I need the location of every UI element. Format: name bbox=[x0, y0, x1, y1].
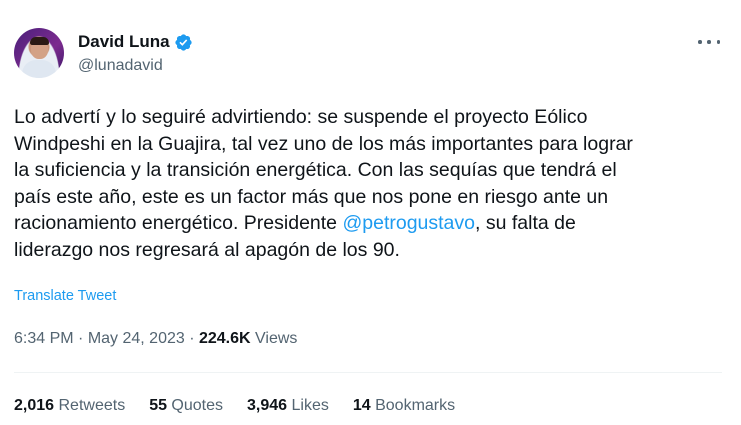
quotes-stat[interactable]: 55 Quotes bbox=[149, 397, 223, 415]
more-dot bbox=[698, 40, 702, 44]
meta-separator: · bbox=[184, 330, 199, 347]
mention-link[interactable]: @petrogustavo bbox=[342, 212, 475, 234]
meta-separator: · bbox=[73, 330, 88, 347]
views-count: 224.6K bbox=[198, 330, 251, 347]
more-dot bbox=[716, 40, 720, 44]
quotes-count: 55 bbox=[149, 397, 167, 414]
bookmarks-label: Bookmarks bbox=[370, 397, 456, 414]
tweet-meta: 6:34 PM · May 24, 2023 · 224.6K Views bbox=[14, 330, 297, 348]
verified-badge-icon bbox=[175, 33, 192, 51]
divider bbox=[14, 372, 722, 373]
tweet-date[interactable]: May 24, 2023 bbox=[88, 330, 185, 347]
bookmarks-count: 14 bbox=[352, 397, 371, 414]
bookmarks-stat[interactable]: 14 Bookmarks bbox=[353, 397, 455, 415]
tweet-text: Lo advertí y lo seguiré advirtiendo: se … bbox=[14, 104, 726, 263]
author-name[interactable]: David Luna bbox=[78, 32, 170, 52]
views-label: Views bbox=[250, 330, 298, 347]
likes-count: 3,946 bbox=[247, 397, 288, 414]
quotes-label: Quotes bbox=[166, 397, 224, 414]
avatar[interactable] bbox=[14, 28, 64, 78]
likes-label: Likes bbox=[287, 397, 329, 414]
more-options-icon[interactable] bbox=[698, 32, 720, 52]
avatar-hair bbox=[30, 37, 49, 45]
avatar-shirt bbox=[22, 60, 56, 78]
likes-stat[interactable]: 3,946 Likes bbox=[247, 397, 329, 415]
retweets-count: 2,016 bbox=[14, 397, 55, 414]
author-handle[interactable]: @lunadavid bbox=[78, 57, 163, 75]
tweet-time[interactable]: 6:34 PM bbox=[14, 330, 74, 347]
retweets-stat[interactable]: 2,016 Retweets bbox=[14, 397, 125, 415]
tweet-header: David Luna @lunadavid bbox=[14, 28, 726, 80]
tweet-stats: 2,016 Retweets 55 Quotes 3,946 Likes 14 … bbox=[14, 397, 455, 415]
more-dot bbox=[707, 40, 711, 44]
author-name-row[interactable]: David Luna bbox=[78, 32, 193, 52]
translate-tweet-link[interactable]: Translate Tweet bbox=[14, 288, 116, 304]
retweets-label: Retweets bbox=[54, 397, 126, 414]
